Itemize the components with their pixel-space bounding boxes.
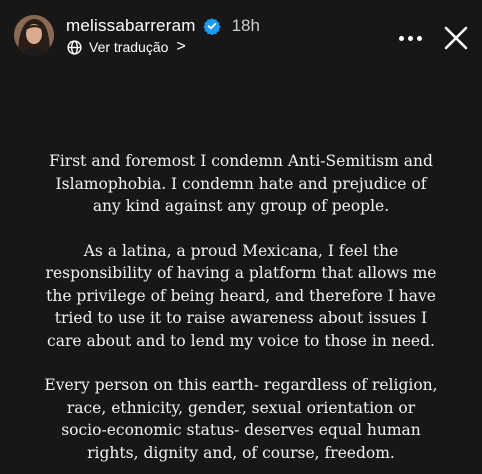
chevron-right-icon: > — [176, 38, 186, 55]
close-button[interactable] — [438, 20, 474, 56]
more-dots-icon — [416, 35, 422, 41]
story-header: melissabarreram 18h Ver tradução > — [0, 0, 482, 64]
verified-badge-icon — [202, 17, 221, 36]
globe-icon — [66, 39, 83, 56]
story-paragraph: Every person on this earth- regardless o… — [44, 376, 438, 462]
story-paragraph: As a latina, a proud Mexicana, I feel th… — [45, 241, 437, 350]
story-time: 18h — [231, 16, 260, 35]
user-line: melissabarreram 18h — [66, 15, 260, 37]
more-dots-icon — [407, 35, 413, 41]
username[interactable]: melissabarreram — [66, 16, 196, 36]
story-paragraph: First and foremost I condemn Anti-Semiti… — [49, 152, 433, 215]
close-icon — [444, 26, 468, 50]
more-dots-icon — [398, 35, 404, 41]
see-translation-label: Ver tradução — [89, 39, 169, 55]
story-viewer: melissabarreram 18h Ver tradução > First… — [0, 0, 482, 474]
story-text: First and foremost I condemn Anti-Semiti… — [10, 150, 472, 474]
see-translation-link[interactable]: Ver tradução > — [66, 37, 186, 57]
more-options-button[interactable] — [388, 20, 432, 56]
avatar[interactable] — [14, 15, 54, 55]
avatar-image — [14, 15, 54, 55]
